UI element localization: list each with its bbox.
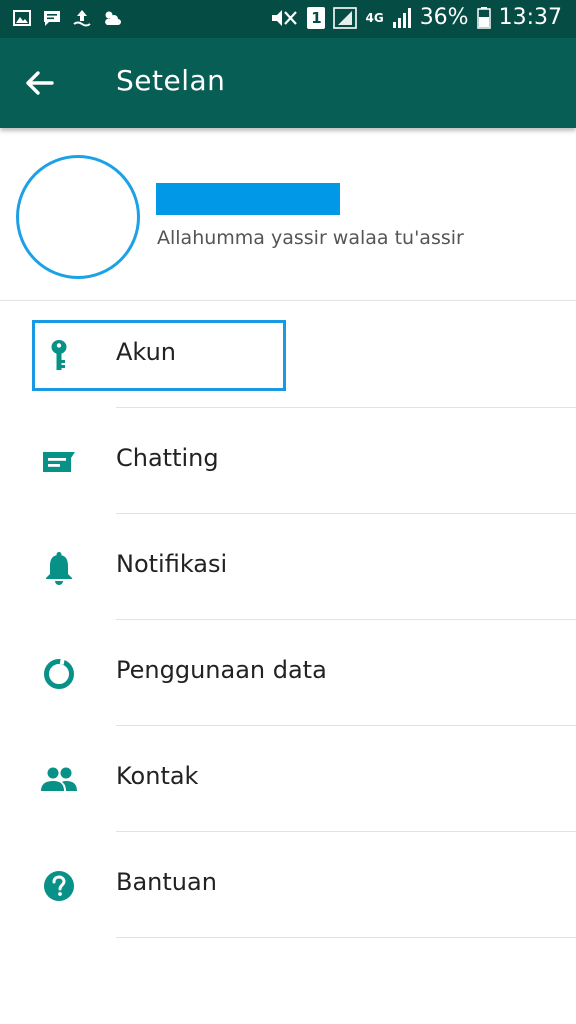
avatar[interactable] <box>16 155 140 279</box>
settings-menu: Akun Chatting Notifikasi Penggunaan data <box>0 302 576 938</box>
menu-item-bantuan[interactable]: Bantuan <box>0 832 576 938</box>
menu-item-chatting[interactable]: Chatting <box>0 408 576 514</box>
message-icon <box>44 11 60 26</box>
battery-icon <box>476 6 491 29</box>
help-icon <box>44 871 74 901</box>
menu-item-label: Akun <box>116 338 176 366</box>
key-icon <box>51 340 67 370</box>
menu-item-akun[interactable]: Akun <box>0 302 576 408</box>
app-bar: Setelan <box>0 38 576 128</box>
menu-item-label: Penggunaan data <box>116 656 327 684</box>
status-bar: 1 4G 36% 13:37 <box>0 0 576 38</box>
profile-status: Allahumma yassir walaa tu'assir <box>157 227 464 249</box>
sim-indicator: 1 <box>307 6 326 29</box>
menu-item-kontak[interactable]: Kontak <box>0 726 576 832</box>
divider <box>116 937 576 938</box>
signal-icon <box>333 6 358 29</box>
gallery-icon <box>13 10 31 26</box>
divider <box>0 300 576 301</box>
menu-item-label: Notifikasi <box>116 550 228 578</box>
mute-icon <box>272 9 298 26</box>
system-status: 1 4G 36% 13:37 <box>269 5 562 30</box>
chat-icon <box>43 452 75 472</box>
battery-percent: 36% <box>419 5 469 30</box>
clock: 13:37 <box>498 5 562 30</box>
menu-item-label: Kontak <box>116 762 199 790</box>
profile-name-redacted <box>156 183 340 215</box>
menu-item-label: Bantuan <box>116 868 217 896</box>
data-usage-icon <box>44 658 74 689</box>
menu-item-notifikasi[interactable]: Notifikasi <box>0 514 576 620</box>
notification-icons <box>12 8 122 28</box>
weather-icon <box>105 11 121 25</box>
contacts-icon <box>41 767 77 791</box>
back-arrow-icon[interactable] <box>22 66 56 100</box>
upload-icon <box>73 10 91 27</box>
profile-section[interactable]: Allahumma yassir walaa tu'assir <box>0 128 576 300</box>
signal-strength-icon <box>392 7 411 28</box>
menu-item-penggunaan-data[interactable]: Penggunaan data <box>0 620 576 726</box>
menu-item-label: Chatting <box>116 444 219 472</box>
page-title: Setelan <box>116 64 226 97</box>
network-type: 4G <box>365 10 384 25</box>
bell-icon <box>46 552 72 585</box>
